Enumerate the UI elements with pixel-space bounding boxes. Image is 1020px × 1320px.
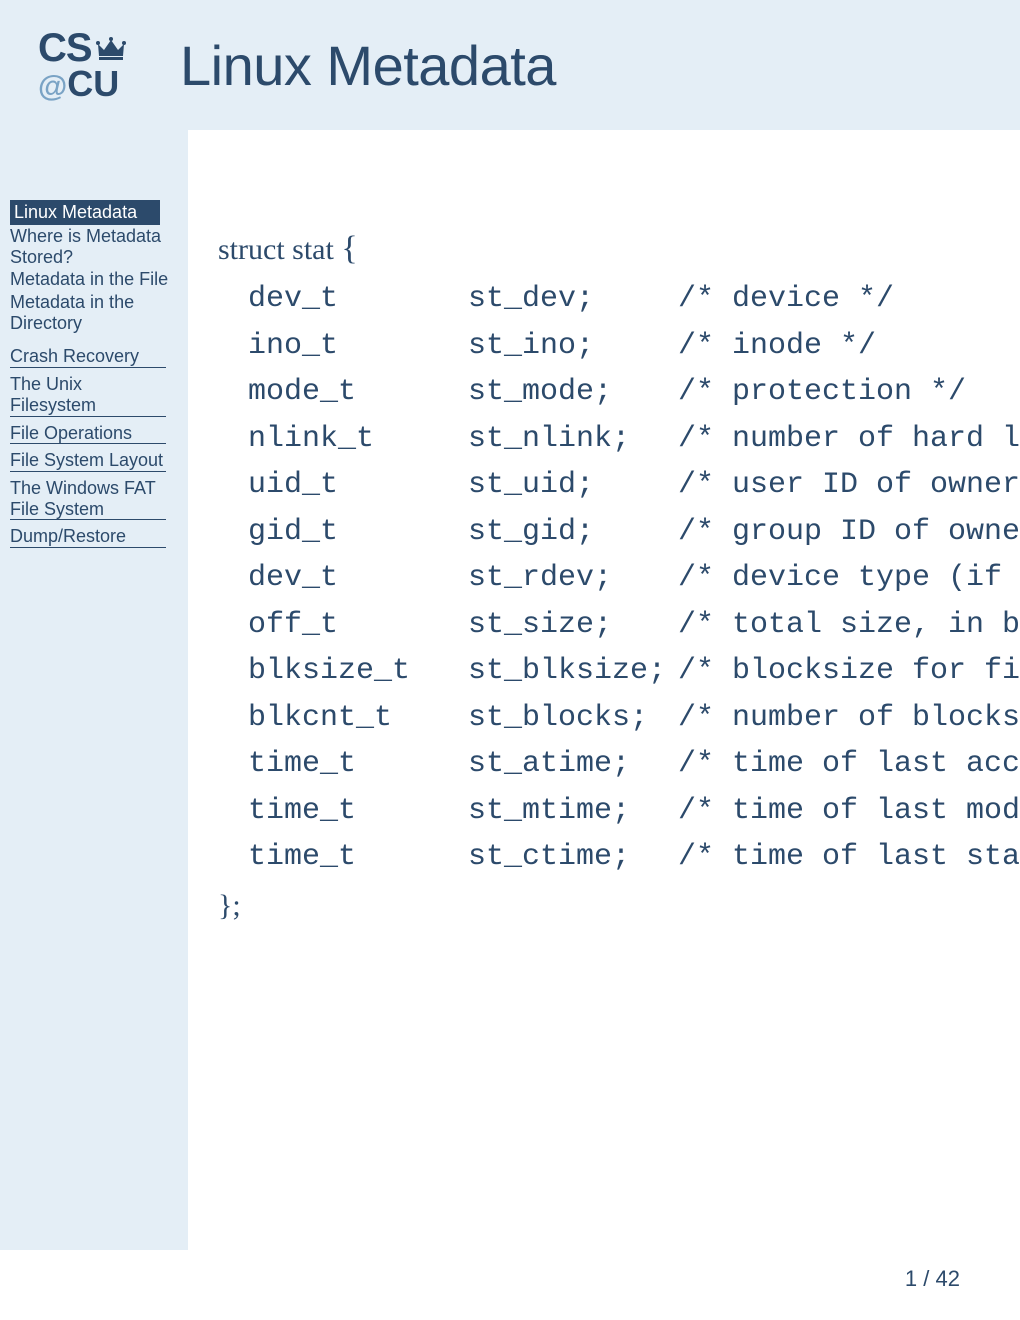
brace-open: {: [341, 230, 357, 267]
struct-field-row: time_tst_ctime;/* time of last status ch…: [248, 834, 1020, 881]
field-comment: /* time of last access */: [678, 741, 1020, 788]
page-total: 42: [936, 1266, 960, 1291]
field-comment: /* device type (if inode device) */: [678, 555, 1020, 602]
struct-fields: dev_tst_dev;/* device */ino_tst_ino;/* i…: [218, 268, 1020, 889]
field-name: st_mode;: [468, 369, 678, 416]
field-type: time_t: [248, 834, 468, 881]
field-name: st_rdev;: [468, 555, 678, 602]
field-type: time_t: [248, 741, 468, 788]
field-name: st_nlink;: [468, 416, 678, 463]
field-name: st_uid;: [468, 462, 678, 509]
struct-field-row: blkcnt_tst_blocks;/* number of blocks al…: [248, 695, 1020, 742]
field-comment: /* total size, in bytes */: [678, 602, 1020, 649]
struct-close-line: };: [218, 889, 1020, 923]
field-name: st_atime;: [468, 741, 678, 788]
logo-cu-text: CU: [67, 67, 119, 101]
struct-field-row: ino_tst_ino;/* inode */: [248, 323, 1020, 370]
field-type: blksize_t: [248, 648, 468, 695]
struct-field-row: blksize_tst_blksize;/* blocksize for fil…: [248, 648, 1020, 695]
field-comment: /* group ID of owner */: [678, 509, 1020, 556]
slide-content: struct stat { dev_tst_dev;/* device */in…: [188, 130, 1020, 1250]
field-type: blkcnt_t: [248, 695, 468, 742]
struct-open-line: struct stat {: [218, 230, 1020, 268]
crown-icon: [96, 36, 126, 60]
sidebar-topic-crash-recovery[interactable]: Crash Recovery: [10, 346, 166, 368]
field-type: mode_t: [248, 369, 468, 416]
field-name: st_gid;: [468, 509, 678, 556]
sidebar-item-active[interactable]: Linux Metadata: [10, 200, 160, 225]
field-type: ino_t: [248, 323, 468, 370]
field-type: dev_t: [248, 276, 468, 323]
logo-at: @: [38, 73, 67, 102]
field-comment: /* device */: [678, 276, 894, 323]
field-name: st_mtime;: [468, 788, 678, 835]
sidebar-topic-unix-filesystem[interactable]: The Unix Filesystem: [10, 374, 166, 416]
logo-cs-line: CS: [38, 29, 126, 67]
page-current: 1: [905, 1266, 917, 1291]
struct-keyword: struct stat: [218, 233, 341, 266]
struct-field-row: dev_tst_dev;/* device */: [248, 276, 1020, 323]
field-name: st_blocks;: [468, 695, 678, 742]
page-sep: /: [917, 1266, 935, 1291]
logo-cu-line: @ CU: [38, 67, 119, 102]
field-comment: /* protection */: [678, 369, 966, 416]
sidebar-sub-item[interactable]: Metadata in the Directory: [10, 291, 182, 334]
struct-field-row: time_tst_atime;/* time of last access */: [248, 741, 1020, 788]
struct-field-row: gid_tst_gid;/* group ID of owner */: [248, 509, 1020, 556]
page-counter: 1 / 42: [905, 1266, 960, 1292]
struct-field-row: off_tst_size;/* total size, in bytes */: [248, 602, 1020, 649]
field-type: uid_t: [248, 462, 468, 509]
struct-field-row: dev_tst_rdev;/* device type (if inode de…: [248, 555, 1020, 602]
field-name: st_size;: [468, 602, 678, 649]
slide-body: Linux Metadata Where is Metadata Stored?…: [0, 130, 1020, 1250]
sidebar-topic-file-system-layout[interactable]: File System Layout: [10, 450, 166, 472]
field-name: st_ino;: [468, 323, 678, 370]
sidebar: Linux Metadata Where is Metadata Stored?…: [0, 130, 188, 1250]
slide-header: CS @ CU Linux Metadata: [0, 0, 1020, 130]
field-type: nlink_t: [248, 416, 468, 463]
field-type: time_t: [248, 788, 468, 835]
field-comment: /* number of blocks allocated */: [678, 695, 1020, 742]
field-comment: /* number of hard links */: [678, 416, 1020, 463]
field-type: off_t: [248, 602, 468, 649]
field-comment: /* blocksize for filesystem I/O */: [678, 648, 1020, 695]
field-type: gid_t: [248, 509, 468, 556]
field-type: dev_t: [248, 555, 468, 602]
sidebar-topic-windows-fat[interactable]: The Windows FAT File System: [10, 478, 166, 520]
sidebar-current-section: Linux Metadata Where is Metadata Stored?…: [10, 200, 182, 334]
struct-field-row: time_tst_mtime;/* time of last modificat…: [248, 788, 1020, 835]
sidebar-topic-file-operations[interactable]: File Operations: [10, 423, 166, 445]
field-name: st_blksize;: [468, 648, 678, 695]
field-comment: /* user ID of owner */: [678, 462, 1020, 509]
struct-field-row: uid_tst_uid;/* user ID of owner */: [248, 462, 1020, 509]
field-name: st_ctime;: [468, 834, 678, 881]
struct-field-row: mode_tst_mode;/* protection */: [248, 369, 1020, 416]
sidebar-topic-dump-restore[interactable]: Dump/Restore: [10, 526, 166, 548]
page-title: Linux Metadata: [180, 33, 556, 98]
field-comment: /* inode */: [678, 323, 876, 370]
sidebar-sub-item[interactable]: Metadata in the File: [10, 268, 182, 291]
field-comment: /* time of last modification */: [678, 788, 1020, 835]
sidebar-sub-item[interactable]: Where is Metadata Stored?: [10, 225, 182, 268]
field-name: st_dev;: [468, 276, 678, 323]
logo: CS @ CU: [0, 29, 180, 102]
field-comment: /* time of last status change */: [678, 834, 1020, 881]
logo-cs-text: CS: [38, 29, 92, 67]
struct-field-row: nlink_tst_nlink;/* number of hard links …: [248, 416, 1020, 463]
